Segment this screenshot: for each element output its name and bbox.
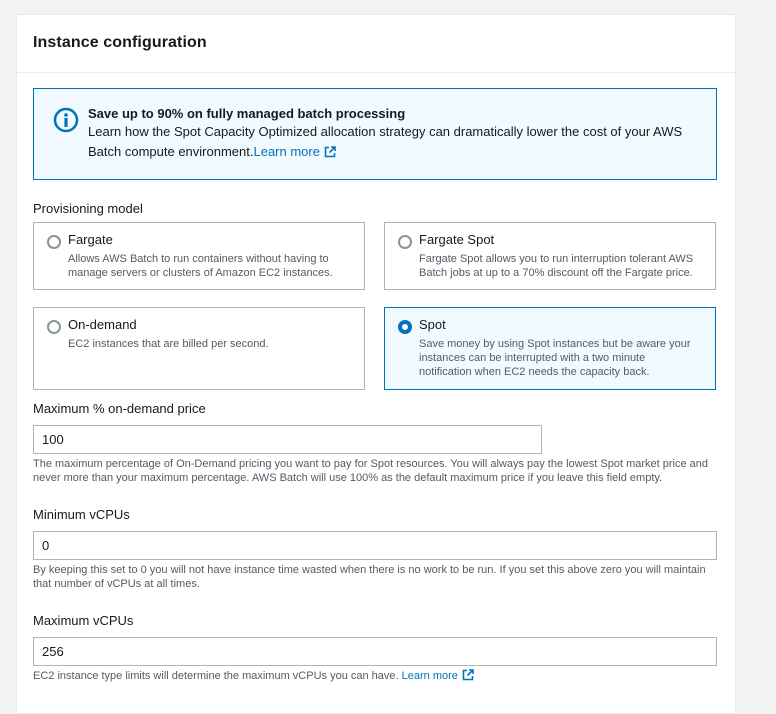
min-vcpus-label: Minimum vCPUs	[33, 507, 130, 522]
info-text-line: Batch compute environment.Learn more	[88, 142, 700, 162]
info-text: Learn how the Spot Capacity Optimized al…	[88, 122, 700, 162]
tile-description-line: instances can be interrupted with a two …	[419, 352, 646, 364]
max-vcpus-hint: EC2 instance type limits will determine …	[33, 669, 717, 683]
panel-body: Save up to 90% on fully managed batch pr…	[17, 73, 735, 683]
info-alert: Save up to 90% on fully managed batch pr…	[33, 88, 717, 180]
tile-title: Fargate Spot	[419, 232, 495, 247]
hint-line: never more than your maximum percentage.…	[33, 472, 663, 484]
tile-title: Spot	[419, 317, 446, 332]
provisioning-model-tiles: Fargate Allows AWS Batch to run containe…	[33, 222, 717, 390]
panel-header: Instance configuration	[17, 15, 735, 73]
min-vcpus-input[interactable]: 0	[33, 531, 717, 560]
tile-description-line: Fargate Spot allows you to run interrupt…	[419, 253, 694, 265]
tile-fargate[interactable]: Fargate Allows AWS Batch to run containe…	[33, 222, 365, 290]
radio-spot[interactable]	[398, 320, 412, 334]
info-learn-more-link[interactable]: Learn more	[253, 144, 336, 159]
hint-line: that number of vCPUs at all times.	[33, 578, 200, 590]
tile-title: On-demand	[68, 317, 137, 332]
tile-description-line: EC2 instances that are billed per second…	[68, 338, 269, 350]
tile-description: Fargate Spot allows you to run interrupt…	[419, 252, 703, 280]
hint-line: By keeping this set to 0 you will not ha…	[33, 564, 706, 576]
max-vcpus-learn-more-label: Learn more	[401, 670, 458, 682]
radio-on-demand[interactable]	[47, 320, 61, 334]
tile-spot[interactable]: Spot Save money by using Spot instances …	[384, 307, 716, 390]
tile-fargate-spot[interactable]: Fargate Spot Fargate Spot allows you to …	[384, 222, 716, 290]
tile-description-line: Allows AWS Batch to run containers witho…	[68, 253, 329, 265]
hint-text: EC2 instance type limits will determine …	[33, 670, 399, 682]
radio-fargate-spot[interactable]	[398, 235, 412, 249]
info-text-line: Learn how the Spot Capacity Optimized al…	[88, 124, 683, 139]
tile-description-line: manage servers or clusters of Amazon EC2…	[68, 267, 333, 279]
instance-configuration-panel: Instance configuration Save up to 90% on…	[16, 14, 736, 714]
max-vcpus-label: Maximum vCPUs	[33, 613, 134, 628]
info-title: Save up to 90% on fully managed batch pr…	[88, 106, 406, 121]
radio-fargate[interactable]	[47, 235, 61, 249]
info-text-line-tail: Batch compute environment.	[88, 144, 254, 159]
info-learn-more-label: Learn more	[253, 144, 320, 159]
max-ondemand-price-hint: The maximum percentage of On-Demand pric…	[33, 457, 717, 485]
max-vcpus-input[interactable]: 256	[33, 637, 717, 666]
tile-title: Fargate	[68, 232, 113, 247]
panel-title: Instance configuration	[33, 34, 207, 51]
max-vcpus-learn-more-link[interactable]: Learn more	[401, 669, 474, 682]
max-ondemand-price-label: Maximum % on-demand price	[33, 401, 206, 416]
tile-description: EC2 instances that are billed per second…	[68, 337, 352, 351]
max-ondemand-price-input[interactable]: 100	[33, 425, 542, 454]
tile-description-line: Batch jobs at up to a 70% discount off t…	[419, 267, 693, 279]
hint-line: The maximum percentage of On-Demand pric…	[33, 458, 709, 470]
provisioning-model-label: Provisioning model	[33, 201, 143, 216]
tile-description-line: notification when EC2 needs the capacity…	[419, 366, 650, 378]
external-link-icon	[324, 146, 336, 158]
external-link-icon	[462, 669, 474, 681]
tile-description: Allows AWS Batch to run containers witho…	[68, 252, 352, 280]
tile-description-line: Save money by using Spot instances but b…	[419, 338, 691, 350]
tile-description: Save money by using Spot instances but b…	[419, 337, 703, 379]
info-icon	[53, 107, 79, 133]
tile-on-demand[interactable]: On-demand EC2 instances that are billed …	[33, 307, 365, 390]
min-vcpus-hint: By keeping this set to 0 you will not ha…	[33, 563, 717, 591]
